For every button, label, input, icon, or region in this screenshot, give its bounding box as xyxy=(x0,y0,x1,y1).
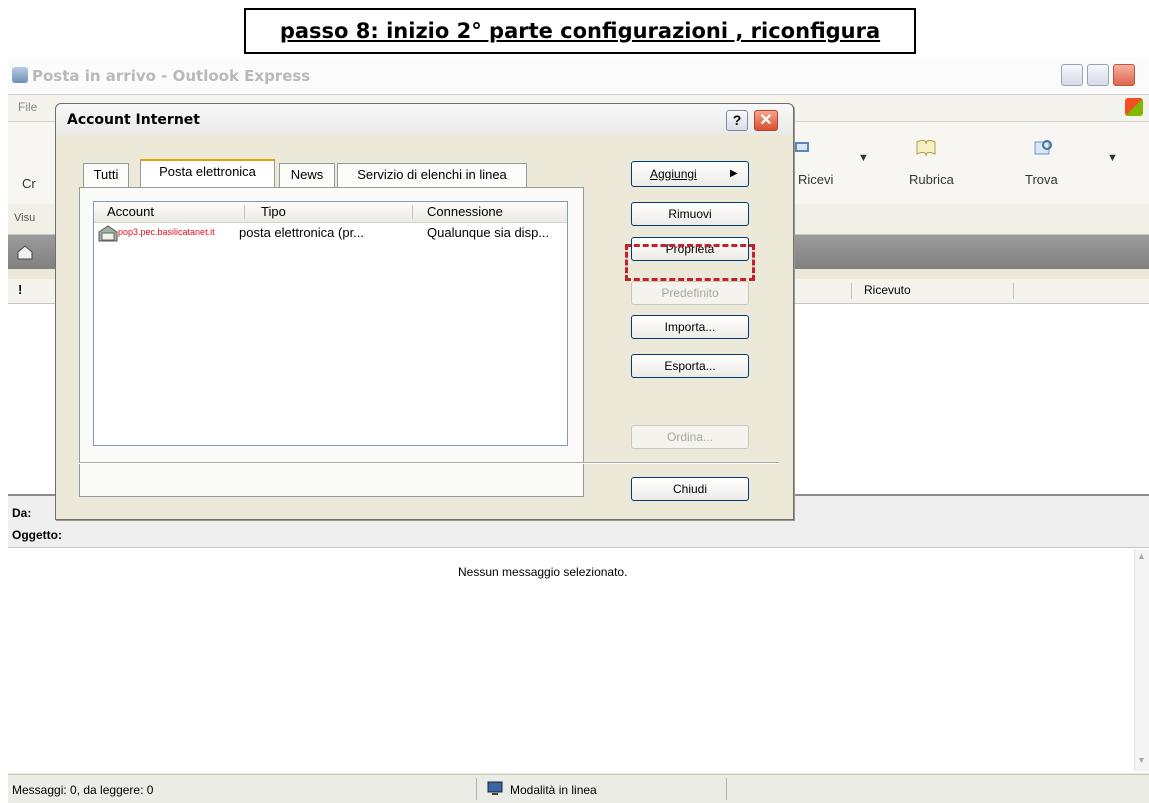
properties-highlight xyxy=(625,244,755,281)
outlook-app-icon xyxy=(12,67,28,83)
tab-news[interactable]: News xyxy=(279,163,335,187)
column-separator xyxy=(412,205,413,219)
instruction-caption: passo 8: inizio 2° parte configurazioni … xyxy=(244,8,916,54)
toolbar-create-label[interactable]: Cr xyxy=(22,176,36,191)
account-name: pop3.pec.basilicatanet.it xyxy=(118,227,215,237)
preview-from-label: Da: xyxy=(12,506,32,520)
send-receive-icon xyxy=(795,142,809,152)
close-button[interactable]: Chiudi xyxy=(631,477,749,501)
find-dropdown-icon[interactable]: ▼ xyxy=(1107,152,1118,164)
dialog-separator xyxy=(79,462,779,464)
account-list-header: Account Tipo Connessione xyxy=(94,202,567,223)
column-separator xyxy=(851,283,852,299)
column-separator xyxy=(1013,283,1014,299)
dialog-titlebar: Account Internet ? ✕ xyxy=(56,104,793,134)
scroll-down-icon[interactable]: ▼ xyxy=(1137,755,1146,765)
remove-button[interactable]: Rimuovi xyxy=(631,202,749,226)
order-button[interactable]: Ordina... xyxy=(631,425,749,449)
views-label[interactable]: Visu xyxy=(14,212,35,224)
account-row[interactable]: pop3.pec.basilicatanet.it posta elettron… xyxy=(94,223,567,243)
account-internet-dialog: Account Internet ? ✕ Tutti Posta elettro… xyxy=(55,103,794,520)
column-connection[interactable]: Connessione xyxy=(427,204,503,219)
column-type[interactable]: Tipo xyxy=(261,204,286,219)
tab-email[interactable]: Posta elettronica xyxy=(140,159,275,188)
add-button[interactable]: Aggiungi ▶ xyxy=(631,161,749,187)
column-received[interactable]: Ricevuto xyxy=(864,283,911,297)
account-list[interactable]: Account Tipo Connessione pop3.pec.basili… xyxy=(93,201,568,446)
status-messages: Messaggi: 0, da leggere: 0 xyxy=(12,783,154,797)
preview-empty-message: Nessun messaggio selezionato. xyxy=(458,565,628,579)
send-receive-label[interactable]: Ricevi xyxy=(798,172,833,187)
status-divider xyxy=(726,778,727,800)
status-online-mode: Modalità in linea xyxy=(510,783,597,797)
inbox-icon xyxy=(17,245,33,260)
addressbook-icon xyxy=(916,139,936,157)
column-separator xyxy=(244,205,245,219)
outlook-titlebar: Posta in arrivo - Outlook Express xyxy=(8,58,1149,95)
dialog-close-button[interactable]: ✕ xyxy=(754,110,778,131)
preview-pane: Nessun messaggio selezionato. xyxy=(8,547,1149,773)
outlook-title: Posta in arrivo - Outlook Express xyxy=(32,67,311,85)
help-button[interactable]: ? xyxy=(726,110,748,131)
column-account[interactable]: Account xyxy=(107,204,154,219)
find-button[interactable] xyxy=(1033,138,1055,161)
windows-logo-icon xyxy=(1125,98,1143,116)
addressbook-label[interactable]: Rubrica xyxy=(909,172,954,187)
preview-scrollbar[interactable]: ▲ ▼ xyxy=(1134,549,1149,771)
scroll-up-icon[interactable]: ▲ xyxy=(1137,551,1146,561)
preview-subject-label: Oggetto: xyxy=(12,528,62,542)
tab-directory-service[interactable]: Servizio di elenchi in linea xyxy=(337,163,527,187)
maximize-button[interactable] xyxy=(1087,64,1109,86)
account-connection: Qualunque sia disp... xyxy=(427,225,550,240)
find-label[interactable]: Trova xyxy=(1025,172,1058,187)
column-priority[interactable]: ! xyxy=(18,282,22,297)
import-button[interactable]: Importa... xyxy=(631,315,749,339)
tab-all[interactable]: Tutti xyxy=(83,163,129,187)
status-divider xyxy=(476,778,477,800)
add-button-label: Aggiungi xyxy=(650,167,697,181)
minimize-button[interactable] xyxy=(1061,64,1083,86)
status-bar: Messaggi: 0, da leggere: 0 Modalità in l… xyxy=(8,774,1149,803)
send-receive-dropdown-icon[interactable]: ▼ xyxy=(858,152,869,164)
close-window-button[interactable] xyxy=(1113,64,1135,86)
menu-file[interactable]: File xyxy=(18,100,37,114)
online-monitor-icon xyxy=(487,781,503,795)
send-receive-button[interactable] xyxy=(793,140,813,159)
mail-account-icon xyxy=(98,225,118,242)
default-button[interactable]: Predefinito xyxy=(631,281,749,305)
export-button[interactable]: Esporta... xyxy=(631,354,749,378)
find-icon xyxy=(1034,140,1052,155)
addressbook-button[interactable] xyxy=(915,138,937,161)
tab-panel: Account Tipo Connessione pop3.pec.basili… xyxy=(79,187,584,497)
account-type: posta elettronica (pr... xyxy=(239,225,365,240)
dialog-title: Account Internet xyxy=(67,112,200,128)
submenu-arrow-icon: ▶ xyxy=(730,168,738,179)
